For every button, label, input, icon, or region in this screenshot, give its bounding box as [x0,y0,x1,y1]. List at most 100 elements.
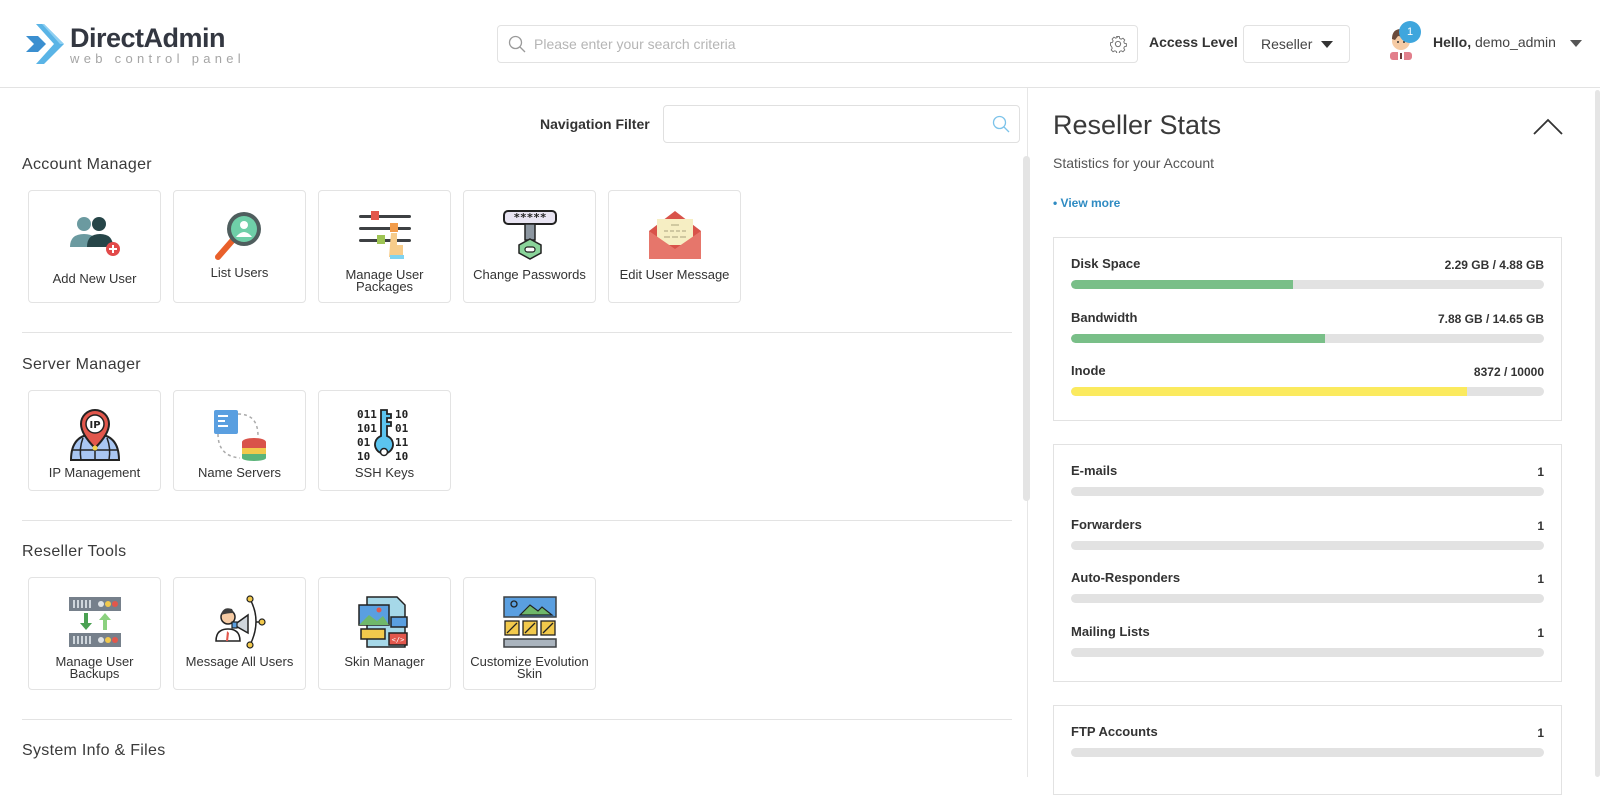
tile-label: Name Servers [197,465,282,480]
tile-ip-management[interactable]: IP IP Management [28,390,161,491]
tile-message-all-users[interactable]: Message All Users [173,577,306,690]
svg-text:10: 10 [395,450,408,462]
tile-edit-user-message[interactable]: Edit User Message [608,190,741,303]
tile-label: Skin Manager [344,654,425,669]
logo-title: DirectAdmin [70,22,226,53]
tile-list-users[interactable]: List Users [173,190,306,303]
stat-value: 1 [1537,465,1544,479]
stat-value: 1 [1537,572,1544,586]
section-reseller-tools: Reseller Tools Manage User Backups Messa… [22,543,1012,690]
stat-value: 2.29 GB / 4.88 GB [1444,258,1544,272]
svg-text:011: 011 [357,408,377,421]
main-panel: Navigation Filter Account Manager Add Ne… [0,88,1030,777]
svg-text:</>: </> [391,636,404,644]
tile-customize-evolution-skin[interactable]: Customize Evolution Skin [463,577,596,690]
view-more-link[interactable]: • View more [1053,196,1120,210]
directadmin-logo-icon [26,24,64,64]
tile-label: SSH Keys [354,465,415,480]
usage-bar [1071,387,1544,396]
gear-icon[interactable] [1109,35,1127,53]
section-divider [22,719,1012,720]
svg-text:10: 10 [357,450,370,462]
tile-skin-manager[interactable]: </> Skin Manager [318,577,451,690]
stat-value: 7.88 GB / 14.65 GB [1437,311,1544,326]
customize-skin-icon [500,593,560,651]
tile-label: Customize Evolution Skin [470,654,589,681]
tile-change-passwords[interactable]: ***** Change Passwords [463,190,596,303]
tile-ssh-keys[interactable]: 011 10 101 01 01 11 10 10 SSH Keys [318,390,451,491]
caret-down-icon [1321,41,1333,48]
nav-filter-input[interactable] [664,106,983,142]
nav-filter-label: Navigation Filter [540,116,650,132]
tile-label: Change Passwords [473,267,586,282]
usage-bar [1071,594,1544,603]
stat-row: Forwarders 1 [1071,507,1544,561]
user-menu[interactable]: Hello, demo_admin [1433,34,1556,50]
top-header: DirectAdmin web control panel Access Lev… [0,0,1600,88]
usage-bar [1071,487,1544,496]
svg-text:01: 01 [395,422,409,435]
stat-name: Forwarders [1071,516,1142,532]
megaphone-user-icon [210,593,270,651]
stat-name: Mailing Lists [1071,623,1150,639]
section-divider [22,520,1012,521]
access-level-select[interactable]: Reseller [1243,25,1350,63]
stat-row: Auto-Responders 1 [1071,560,1544,614]
global-search [497,25,1138,63]
logo[interactable]: DirectAdmin web control panel [22,20,245,68]
notification-badge[interactable]: 1 [1399,21,1421,43]
tile-manage-user-packages[interactable]: Manage User Packages [318,190,451,303]
tile-label: IP Management [48,465,141,480]
access-level-value: Reseller [1261,36,1313,52]
tile-label: Message All Users [185,654,294,669]
tile-add-new-user[interactable]: Add New User [28,190,161,303]
panel-subtitle: Statistics for your Account [1053,155,1215,171]
tile-label: Add New User [52,271,137,286]
usage-bar-fill [1071,280,1293,289]
stat-row: Bandwidth 7.88 GB / 14.65 GB [1071,300,1544,354]
search-icon[interactable] [983,115,1019,133]
tile-name-servers[interactable]: Name Servers [173,390,306,491]
stat-name: Inode [1071,363,1106,378]
usage-bar-fill [1071,387,1467,396]
skin-manager-icon: </> [355,593,415,651]
chevron-up-icon[interactable] [1532,116,1564,136]
access-level-label: Access Level [1149,34,1238,50]
logo-subtitle: web control panel [70,50,245,66]
page-scrollbar[interactable] [1595,90,1600,777]
tile-manage-user-backups[interactable]: Manage User Backups [28,577,161,690]
usage-bar [1071,333,1544,343]
usage-bar [1071,540,1544,550]
tile-label: Manage User Backups [55,654,134,681]
ip-globe-pin-icon: IP [65,406,125,464]
packages-sliders-icon [355,206,415,264]
reseller-stats-panel: Reseller Stats Statistics for your Accou… [1028,88,1600,795]
tile-label: List Users [210,265,269,280]
usage-bar [1071,748,1544,757]
password-key-icon: ***** [500,206,560,264]
stat-name: E-mails [1071,463,1118,478]
section-title: Server Manager [22,356,141,373]
stat-row: Inode 8372 / 10000 [1071,353,1544,407]
stat-row: Mailing Lists 1 [1071,614,1544,668]
stat-value: 8372 / 10000 [1473,365,1544,379]
add-user-icon [65,209,125,267]
usage-bar-fill [1071,333,1326,343]
envelope-letter-icon [645,206,705,264]
stat-name: Disk Space [1071,256,1141,271]
ssh-key-binary-icon: 011 10 101 01 01 11 10 10 [355,406,415,464]
list-users-icon [210,206,270,264]
usage-bar [1071,280,1544,289]
search-input[interactable] [534,36,1109,52]
stat-name: FTP Accounts [1071,724,1158,739]
user-menu-caret-icon[interactable] [1570,40,1582,47]
stat-value: 1 [1537,625,1544,640]
section-server-manager: Server Manager IP IP Management Name Ser… [22,356,1012,491]
stat-name: Bandwidth [1071,309,1138,325]
svg-text:01: 01 [357,436,371,449]
stats-card-ftp: FTP Accounts 1 [1053,705,1562,795]
stat-row: FTP Accounts 1 [1071,714,1544,768]
stats-card-email: E-mails 1 Forwarders 1 Auto-Responders 1 Maili… [1053,444,1562,682]
section-system-info-files: System Info & Files [22,742,1012,760]
section-title: System Info & Files [22,742,166,759]
